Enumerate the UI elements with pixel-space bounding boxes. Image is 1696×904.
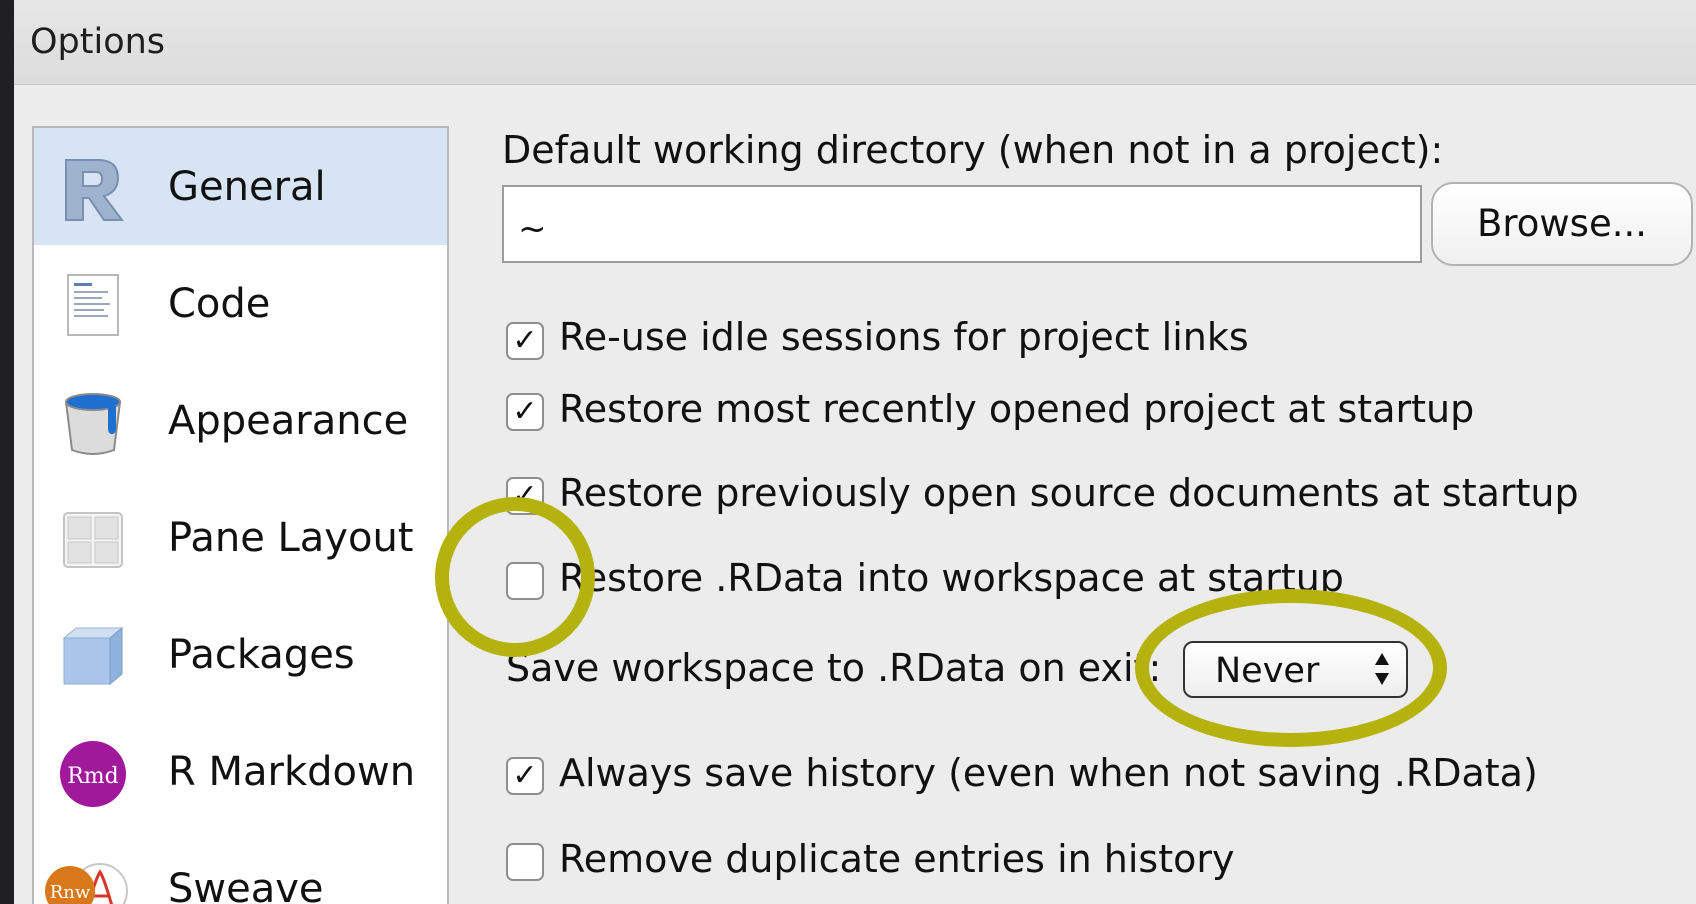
sweave-pdf-icon: Rnw	[45, 863, 128, 904]
browse-button[interactable]: Browse...	[1431, 182, 1693, 266]
restore-source-docs-label: Restore previously open source documents…	[559, 471, 1579, 515]
options-dialog: Options General Code Appearance Pane Lay…	[14, 0, 1696, 904]
sidebar-item-label: Packages	[168, 632, 355, 678]
updown-arrows-icon	[1375, 653, 1389, 685]
title-bar: Options	[14, 0, 1696, 85]
sidebar-item-sweave[interactable]: Rnw Sweave	[34, 830, 447, 904]
restore-rdata-label: Restore .RData into workspace at startup	[559, 556, 1344, 600]
remove-duplicates-label: Remove duplicate entries in history	[559, 837, 1235, 881]
sidebar-item-general[interactable]: General	[34, 128, 447, 245]
sidebar-item-label: Code	[168, 281, 271, 327]
restore-project-label: Restore most recently opened project at …	[559, 387, 1475, 431]
save-workspace-label: Save workspace to .RData on exit:	[506, 646, 1162, 690]
sidebar-item-packages[interactable]: Packages	[34, 596, 447, 713]
sidebar-item-label: General	[168, 164, 326, 210]
dialog-title: Options	[30, 22, 166, 62]
svg-text:Rmd: Rmd	[67, 764, 119, 789]
options-sidebar: General Code Appearance Pane Layout Pack…	[32, 126, 449, 904]
always-save-history-checkbox[interactable]: ✓	[506, 757, 544, 795]
paint-bucket-icon	[64, 393, 122, 455]
working-dir-label: Default working directory (when not in a…	[502, 128, 1444, 172]
sidebar-item-label: R Markdown	[168, 749, 416, 795]
working-dir-input[interactable]: ~	[502, 185, 1422, 263]
package-box-icon	[62, 626, 124, 686]
reuse-idle-sessions-label: Re-use idle sessions for project links	[559, 315, 1249, 359]
rmd-badge-icon: Rmd	[60, 741, 126, 807]
sidebar-item-appearance[interactable]: Appearance	[34, 362, 447, 479]
save-workspace-select[interactable]: Never	[1183, 641, 1408, 698]
code-document-icon	[67, 274, 119, 336]
always-save-history-label: Always save history (even when not savin…	[559, 751, 1538, 795]
pane-grid-icon	[63, 512, 123, 568]
sidebar-item-label: Sweave	[168, 866, 324, 904]
restore-rdata-checkbox[interactable]	[506, 562, 544, 600]
restore-project-checkbox[interactable]: ✓	[506, 393, 544, 431]
reuse-idle-sessions-checkbox[interactable]: ✓	[506, 322, 544, 360]
sidebar-item-pane-layout[interactable]: Pane Layout	[34, 479, 447, 596]
save-workspace-value: Never	[1215, 651, 1320, 691]
r-logo-icon	[65, 159, 124, 221]
restore-source-docs-checkbox[interactable]: ✓	[506, 477, 544, 515]
remove-duplicates-checkbox[interactable]	[506, 843, 544, 881]
svg-text:Rnw: Rnw	[50, 882, 91, 903]
sidebar-item-label: Appearance	[168, 398, 409, 444]
sidebar-item-code[interactable]: Code	[34, 245, 447, 362]
sidebar-item-r-markdown[interactable]: Rmd R Markdown	[34, 713, 447, 830]
sidebar-item-label: Pane Layout	[168, 515, 414, 561]
